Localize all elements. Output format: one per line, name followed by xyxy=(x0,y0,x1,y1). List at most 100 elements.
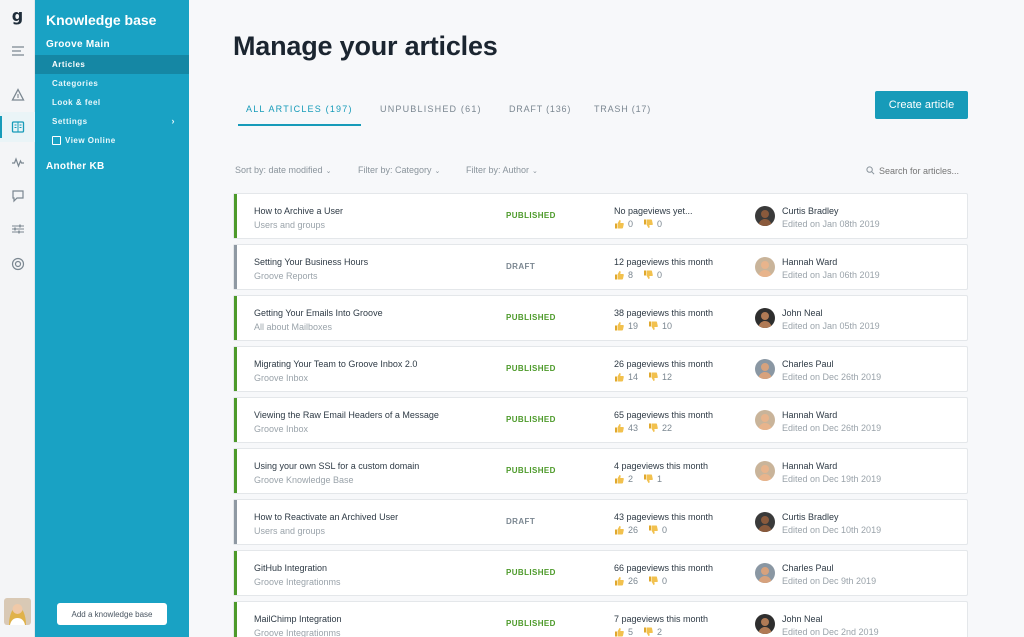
sort-label: Sort by: date modified xyxy=(235,165,323,175)
article-category: Groove Integrationms xyxy=(254,577,341,587)
category-filter-dropdown[interactable]: Filter by: Category ⌄ xyxy=(358,165,440,175)
create-article-button[interactable]: Create article xyxy=(875,91,968,119)
article-category: Groove Integrationms xyxy=(254,628,341,637)
article-title[interactable]: GitHub Integration xyxy=(254,563,327,573)
search-input[interactable] xyxy=(865,163,969,179)
article-row[interactable]: How to Archive a User Users and groups PUB… xyxy=(233,193,968,239)
article-title[interactable]: Setting Your Business Hours xyxy=(254,257,368,267)
article-title[interactable]: Using your own SSL for a custom domain xyxy=(254,461,419,471)
author-filter-dropdown[interactable]: Filter by: Author ⌄ xyxy=(466,165,538,175)
status-badge: PUBLISHED xyxy=(506,568,556,577)
upvote-count: 2 xyxy=(628,474,634,484)
article-row[interactable]: Setting Your Business Hours Groove Report… xyxy=(233,244,968,290)
kb-name-groove-main[interactable]: Groove Main xyxy=(46,39,110,50)
article-row[interactable]: Migrating Your Team to Groove Inbox 2.0 G… xyxy=(233,346,968,392)
edited-date: Edited on Jan 06th 2019 xyxy=(782,270,880,280)
article-row[interactable]: Viewing the Raw Email Headers of a Messa… xyxy=(233,397,968,443)
edited-date: Edited on Dec 10th 2019 xyxy=(782,525,882,535)
tab-trash[interactable]: TRASH (17) xyxy=(594,104,651,126)
article-row[interactable]: MailChimp Integration Groove Integrationm… xyxy=(233,601,968,637)
status-bar xyxy=(234,398,237,442)
author-name: Hannah Ward xyxy=(782,461,838,471)
book-icon[interactable] xyxy=(0,112,35,142)
upvote-count: 26 xyxy=(628,525,639,535)
article-category: Groove Reports xyxy=(254,271,318,281)
sidebar-item-view-online[interactable]: View Online xyxy=(35,131,189,150)
downvote-count: 0 xyxy=(662,525,668,535)
upvote-count: 26 xyxy=(628,576,639,586)
author-avatar xyxy=(755,563,775,583)
status-bar xyxy=(234,347,237,391)
article-title[interactable]: Migrating Your Team to Groove Inbox 2.0 xyxy=(254,359,417,369)
article-title[interactable]: Viewing the Raw Email Headers of a Messa… xyxy=(254,410,439,420)
edited-date: Edited on Dec 2nd 2019 xyxy=(782,627,879,637)
article-title[interactable]: How to Reactivate an Archived User xyxy=(254,512,398,522)
author-name: Curtis Bradley xyxy=(782,512,839,522)
author-name: Curtis Bradley xyxy=(782,206,839,216)
sidebar-item-label: Articles xyxy=(52,60,86,69)
menu-icon[interactable] xyxy=(0,36,35,66)
author-avatar xyxy=(755,257,775,277)
main-content: Manage your articles ALL ARTICLES (197) … xyxy=(189,0,1024,637)
article-category: All about Mailboxes xyxy=(254,322,333,332)
sidebar-item-label: Look & feel xyxy=(52,98,101,107)
thumbs-down-icon xyxy=(643,270,657,280)
pageviews-text: 66 pageviews this month xyxy=(614,563,714,573)
tab-unpublished[interactable]: UNPUBLISHED (61) xyxy=(380,104,482,126)
activity-icon[interactable] xyxy=(0,147,35,177)
edited-date: Edited on Jan 05th 2019 xyxy=(782,321,880,331)
thumbs-up-icon xyxy=(614,627,628,637)
article-row[interactable]: Getting Your Emails Into Groove All about… xyxy=(233,295,968,341)
sidebar-item-label: View Online xyxy=(65,136,116,145)
article-title[interactable]: MailChimp Integration xyxy=(254,614,342,624)
article-row[interactable]: GitHub Integration Groove Integrationms PU… xyxy=(233,550,968,596)
thumbs-up-icon xyxy=(614,474,628,484)
thumbs-down-icon xyxy=(648,321,662,331)
sidebar-item-look-feel[interactable]: Look & feel xyxy=(35,93,189,112)
user-avatar[interactable] xyxy=(4,598,31,625)
status-badge: PUBLISHED xyxy=(506,415,556,424)
upvote-count: 19 xyxy=(628,321,639,331)
pageviews-text: 65 pageviews this month xyxy=(614,410,714,420)
external-link-icon xyxy=(52,136,61,145)
article-title[interactable]: How to Archive a User xyxy=(254,206,343,216)
sidebar-item-label: Settings xyxy=(52,117,88,126)
edited-date: Edited on Dec 19th 2019 xyxy=(782,474,882,484)
article-row[interactable]: Using your own SSL for a custom domain Gr… xyxy=(233,448,968,494)
author-name: Charles Paul xyxy=(782,359,834,369)
sidebar-item-categories[interactable]: Categories xyxy=(35,74,189,93)
tab-all-articles[interactable]: ALL ARTICLES (197) xyxy=(238,104,361,126)
kb-triangle-icon[interactable] xyxy=(0,80,35,110)
pageviews-text: 26 pageviews this month xyxy=(614,359,714,369)
thumbs-down-icon xyxy=(648,372,662,382)
chevron-down-icon: ⌄ xyxy=(532,168,538,175)
status-bar xyxy=(234,500,237,544)
chevron-down-icon: ⌄ xyxy=(325,168,332,175)
status-badge: PUBLISHED xyxy=(506,619,556,628)
votes: 21 xyxy=(614,474,672,484)
downvote-count: 12 xyxy=(662,372,673,382)
article-title[interactable]: Getting Your Emails Into Groove xyxy=(254,308,383,318)
groove-logo[interactable]: g xyxy=(0,6,35,25)
sidebar-item-settings[interactable]: Settings › xyxy=(35,112,189,131)
pageviews-text: 38 pageviews this month xyxy=(614,308,714,318)
downvote-count: 0 xyxy=(657,219,663,229)
sidebar-item-articles[interactable]: Articles xyxy=(35,55,189,74)
sidebar-item-label: Categories xyxy=(52,79,99,88)
article-row[interactable]: How to Reactivate an Archived User Users … xyxy=(233,499,968,545)
sort-dropdown[interactable]: Sort by: date modified ⌄ xyxy=(235,165,331,175)
chevron-down-icon: ⌄ xyxy=(434,168,441,175)
add-knowledge-base-button[interactable]: Add a knowledge base xyxy=(57,603,167,625)
article-category: Groove Knowledge Base xyxy=(254,475,354,485)
sliders-icon[interactable] xyxy=(0,214,35,244)
author-name: Hannah Ward xyxy=(782,257,838,267)
sidebar-title: Knowledge base xyxy=(46,12,157,28)
downvote-count: 10 xyxy=(662,321,673,331)
kb-name-another-kb[interactable]: Another KB xyxy=(46,161,105,172)
author-filter-label: Filter by: Author xyxy=(466,165,530,175)
thumbs-down-icon xyxy=(643,627,657,637)
status-badge: PUBLISHED xyxy=(506,211,556,220)
chat-icon[interactable] xyxy=(0,181,35,211)
lifebuoy-icon[interactable] xyxy=(0,249,35,279)
tab-draft[interactable]: DRAFT (136) xyxy=(509,104,571,126)
